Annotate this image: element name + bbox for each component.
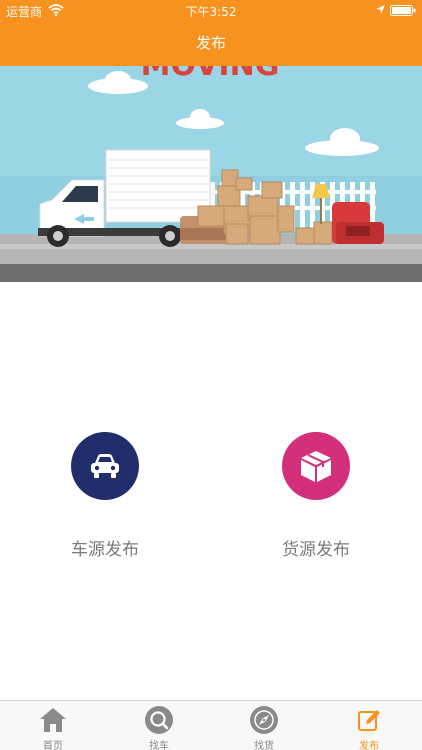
cargo-circle[interactable] bbox=[282, 432, 350, 500]
moving-banner: MOVING bbox=[0, 66, 422, 282]
tab-home[interactable]: 首页 bbox=[0, 703, 106, 750]
tab-find-car[interactable]: 找车 bbox=[106, 703, 212, 750]
tab-publish[interactable]: 发布 bbox=[316, 703, 422, 750]
location-arrow-icon bbox=[376, 5, 385, 14]
page-title: 发布 bbox=[195, 34, 226, 52]
status-bar: 运营商 下午3:52 bbox=[0, 0, 422, 22]
cargo-publish-button[interactable]: 货源发布 bbox=[236, 432, 396, 560]
car-icon bbox=[91, 454, 119, 478]
tab-find-car-label: 找车 bbox=[149, 741, 169, 750]
tab-find-goods[interactable]: 找货 bbox=[211, 703, 317, 750]
box-icon bbox=[301, 451, 331, 482]
compass-icon bbox=[250, 706, 278, 734]
vehicle-publish-label[interactable]: 车源发布 bbox=[25, 535, 185, 560]
search-icon bbox=[145, 706, 173, 734]
tab-publish-label: 发布 bbox=[359, 741, 379, 750]
moving-truck-illustration: MOVING bbox=[0, 66, 422, 282]
tab-bar: 首页 找车 找货 发布 bbox=[0, 700, 422, 750]
edit-icon bbox=[358, 710, 380, 731]
home-icon bbox=[40, 708, 66, 732]
cargo-publish-label[interactable]: 货源发布 bbox=[236, 535, 396, 560]
vehicle-circle[interactable] bbox=[71, 432, 139, 500]
status-time: 下午3:52 bbox=[185, 5, 237, 19]
moving-sign-text: MOVING bbox=[141, 66, 280, 83]
vehicle-publish-button[interactable]: 车源发布 bbox=[25, 432, 185, 560]
battery-icon bbox=[390, 5, 416, 16]
navigation-header: 运营商 下午3:52 发布 bbox=[0, 0, 422, 66]
tab-home-label: 首页 bbox=[43, 741, 63, 750]
tab-find-goods-label: 找货 bbox=[254, 741, 274, 750]
